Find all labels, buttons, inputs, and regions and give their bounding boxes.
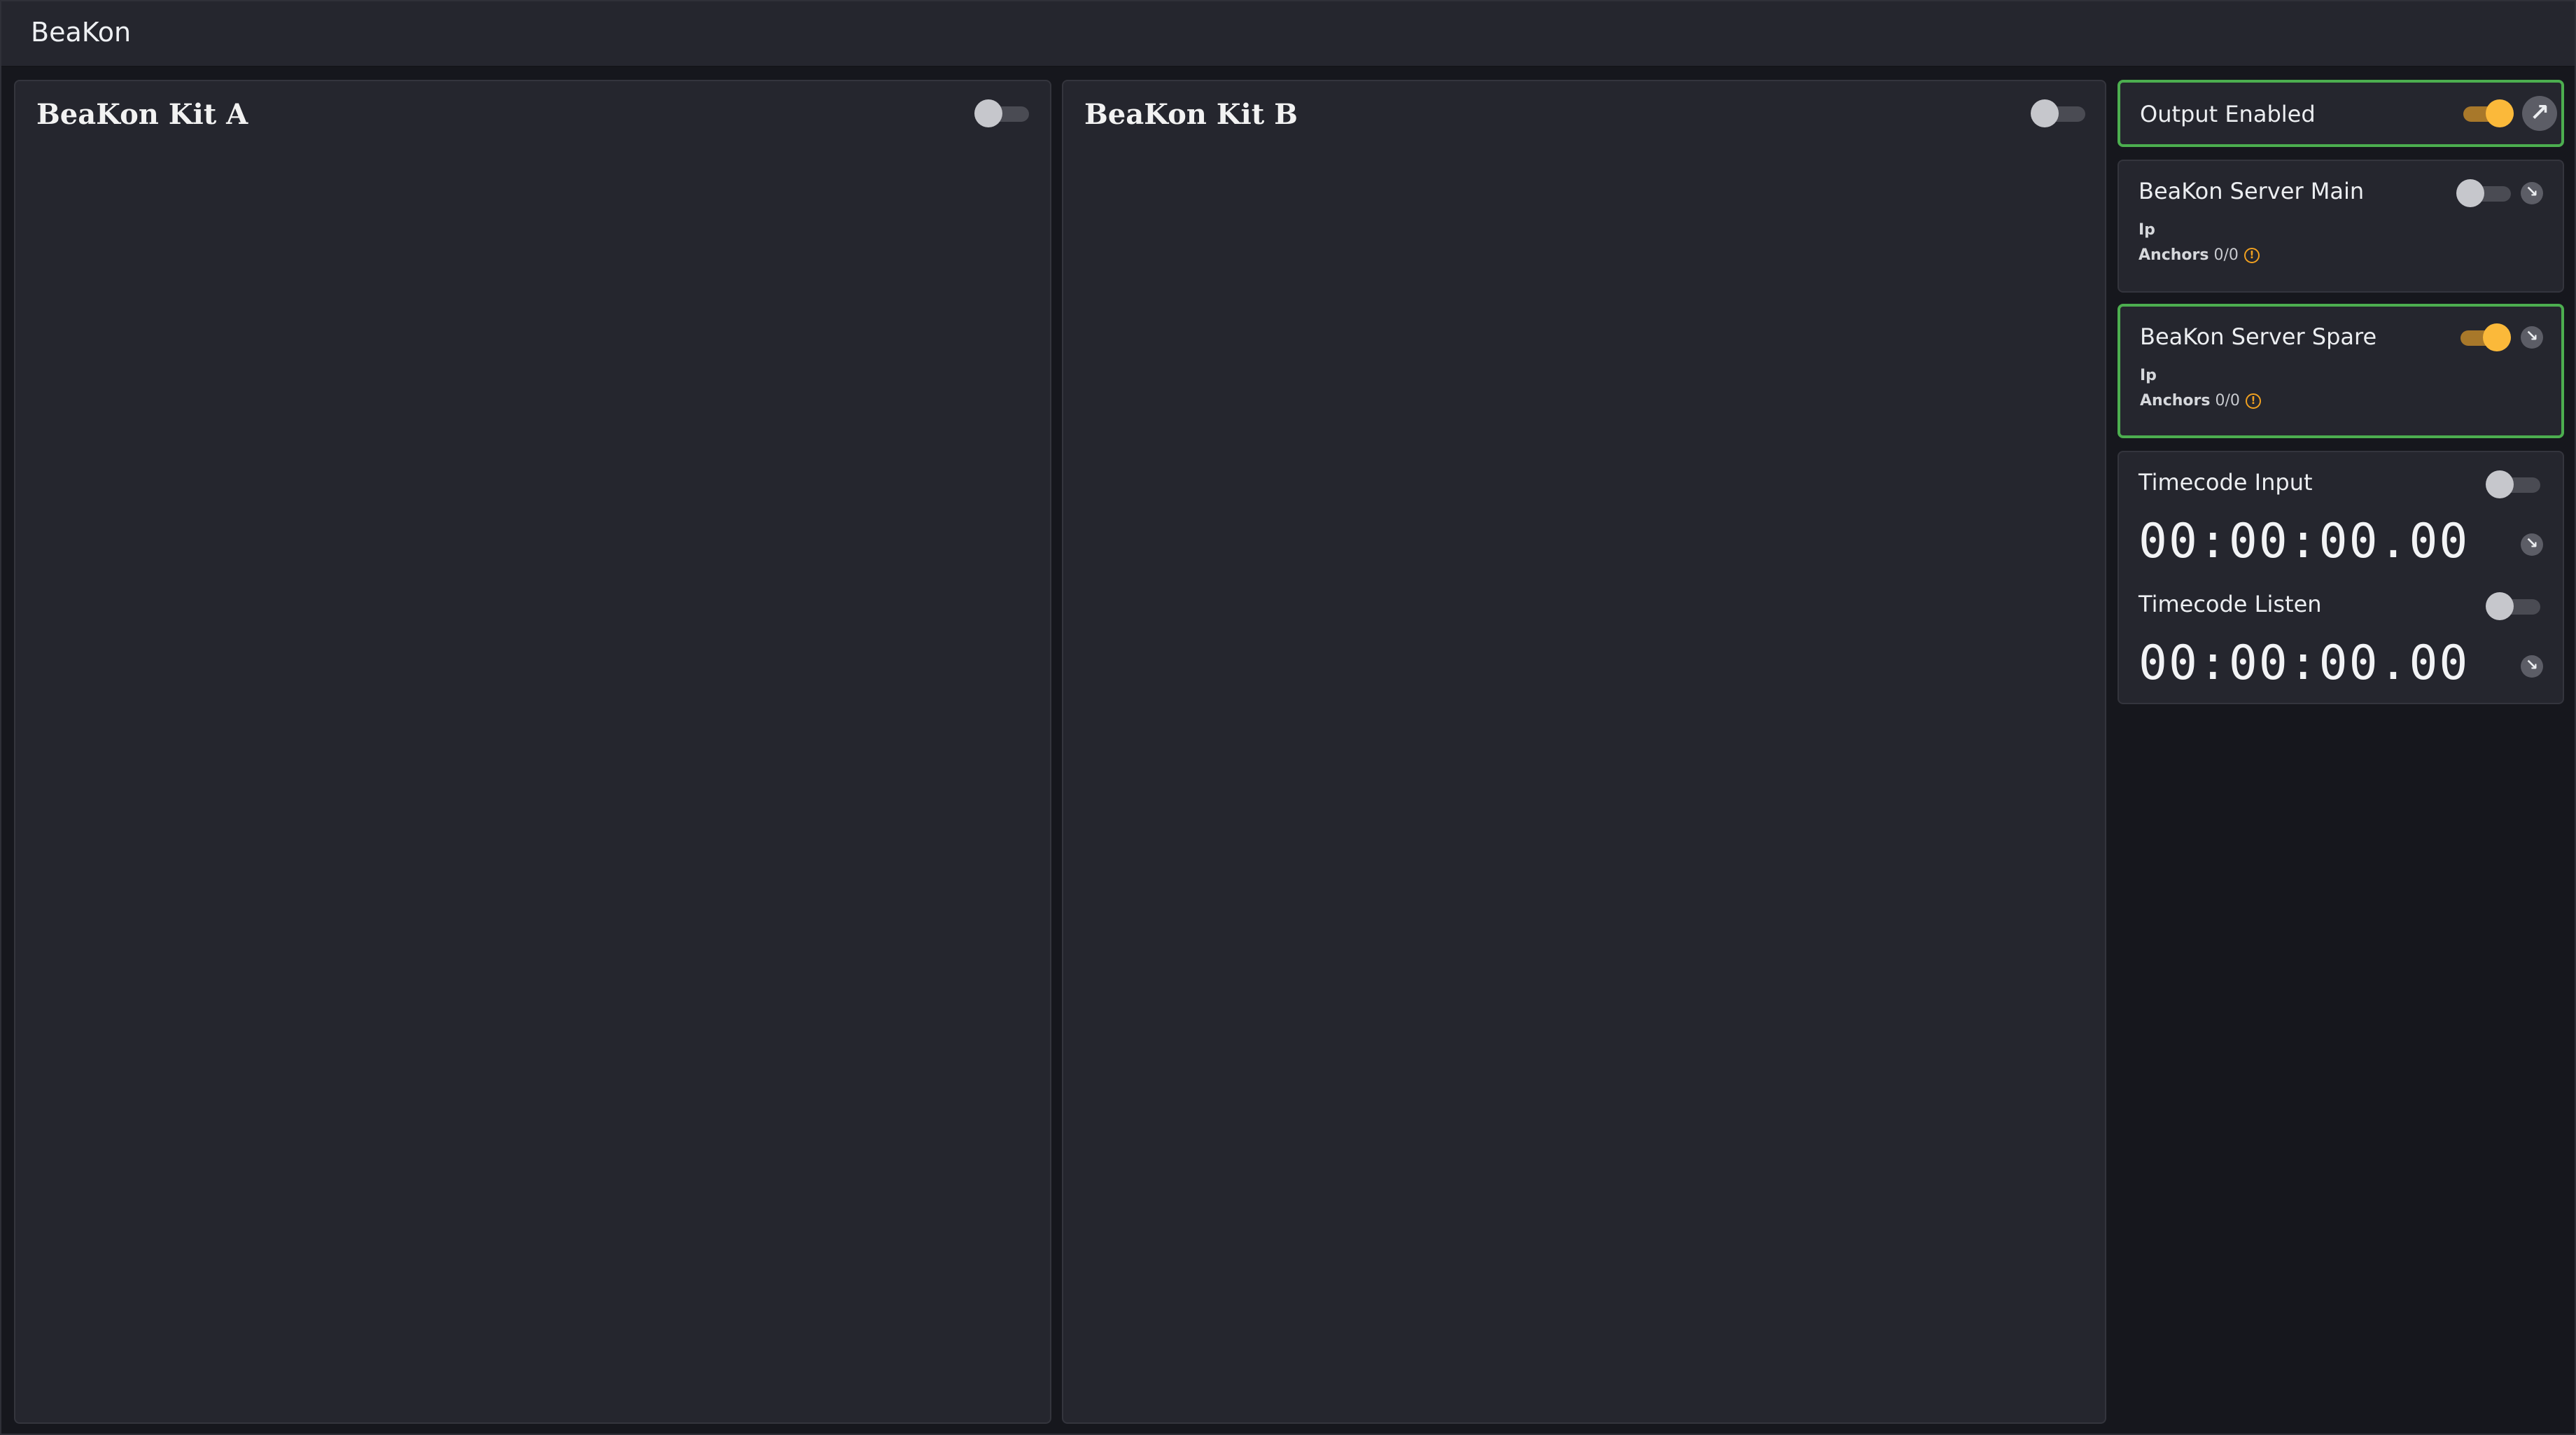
server-main-toggle[interactable]	[2456, 179, 2511, 207]
server-spare-toggle[interactable]	[2456, 323, 2511, 351]
kit-panel-b: BeaKon Kit B	[1062, 80, 2106, 1424]
timecode-listen-toggle[interactable]	[2486, 592, 2540, 620]
arrow-down-right-icon[interactable]: ↘	[2521, 533, 2543, 556]
kit-panel-a: BeaKon Kit A	[14, 80, 1051, 1424]
top-bar: BeaKon	[1, 1, 2575, 67]
arrow-up-right-icon[interactable]: ↗	[2522, 96, 2557, 131]
kit-a-title: BeaKon Kit A	[36, 98, 248, 131]
arrow-down-right-icon[interactable]: ↘	[2521, 655, 2543, 678]
server-main-card: BeaKon Server Main ↘ Ip Anchors 0/0!	[2118, 160, 2564, 293]
output-enabled-toggle[interactable]	[2459, 99, 2514, 127]
kit-a-toggle[interactable]	[974, 99, 1029, 127]
output-enabled-label: Output Enabled	[2140, 101, 2316, 127]
warning-icon: !	[2245, 393, 2261, 409]
timecode-card: Timecode Input 00:00:00.00 ↘ Timecode Li…	[2118, 451, 2564, 704]
arrow-down-right-icon[interactable]: ↘	[2521, 182, 2543, 204]
server-main-title: BeaKon Server Main	[2138, 178, 2365, 204]
kit-b-toggle[interactable]	[2031, 99, 2085, 127]
app-title: BeaKon	[31, 17, 132, 48]
app-window: BeaKon BeaKon Kit A BeaKon Kit B Output …	[0, 0, 2576, 1435]
timecode-listen-label: Timecode Listen	[2138, 591, 2322, 617]
server-spare-title: BeaKon Server Spare	[2140, 323, 2377, 350]
server-main-ip: Ip	[2138, 221, 2155, 239]
arrow-down-right-icon[interactable]: ↘	[2521, 326, 2543, 349]
server-spare-anchors-value: 0/0	[2215, 392, 2240, 410]
timecode-input-value: 00:00:00.00	[2138, 514, 2470, 569]
warning-icon: !	[2244, 248, 2260, 263]
timecode-listen-value: 00:00:00.00	[2138, 636, 2470, 691]
server-spare-ip: Ip	[2140, 367, 2157, 384]
timecode-input-label: Timecode Input	[2138, 469, 2313, 496]
output-enabled-card: Output Enabled ↗	[2118, 80, 2564, 147]
kit-b-title: BeaKon Kit B	[1084, 98, 1298, 131]
server-main-anchors-value: 0/0	[2213, 246, 2239, 264]
server-spare-card: BeaKon Server Spare ↘ Ip Anchors 0/0!	[2118, 304, 2564, 438]
server-spare-anchors: Anchors 0/0!	[2140, 392, 2261, 410]
timecode-input-toggle[interactable]	[2486, 470, 2540, 498]
server-main-anchors: Anchors 0/0!	[2138, 246, 2260, 264]
